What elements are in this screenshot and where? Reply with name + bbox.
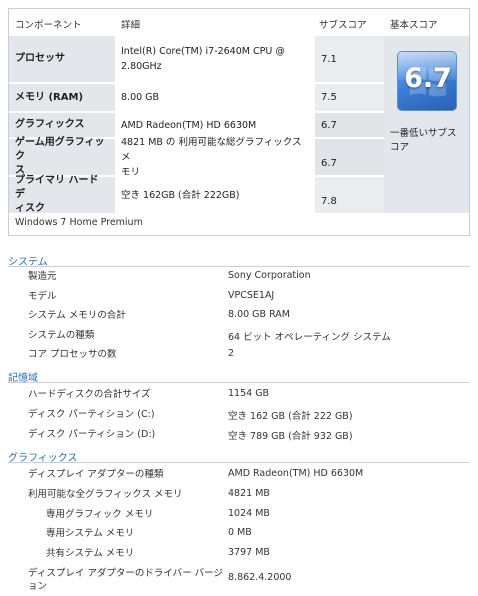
info-value: 3797 MB — [228, 547, 270, 558]
info-value: 空き 789 GB (合計 932 GB) — [228, 431, 353, 442]
info-value: 8.862.4.2000 — [228, 572, 292, 583]
header-component: コンポーネント — [15, 20, 82, 31]
info-label: 製造元 — [28, 271, 57, 282]
info-value: Sony Corporation — [228, 270, 311, 281]
info-label: システム メモリの合計 — [28, 310, 126, 321]
base-score-note: 一番低いサブス コア — [390, 127, 466, 155]
component-name: メモリ (RAM) — [9, 84, 115, 111]
info-label: ディスク パーティション (C:) — [28, 409, 155, 420]
score-row-memory: メモリ (RAM) 8.00 GB 7.5 — [9, 84, 384, 111]
info-label: ディスプレイ アダプターの種類 — [28, 469, 164, 480]
info-row: 専用システム メモリ 0 MB — [0, 523, 478, 543]
info-label: モデル — [28, 291, 57, 302]
info-value: 2 — [228, 348, 235, 359]
detail-line: 2.80GHz — [121, 61, 162, 72]
subscore-value: 6.7 — [315, 139, 384, 175]
component-name: ゲーム用グラフィック ス — [9, 137, 115, 176]
component-name: プライマリ ハード デ ィスク — [9, 175, 115, 214]
name-line: プライマリ ハード デ — [15, 175, 99, 200]
base-score-value: 6.7 — [404, 63, 452, 94]
info-row: モデル VPCSE1AJ — [0, 286, 478, 306]
component-detail: AMD Radeon(TM) HD 6630M — [115, 113, 315, 137]
info-value: AMD Radeon(TM) HD 6630M — [228, 468, 364, 479]
score-row-primary-disk: プライマリ ハード デ ィスク 空き 162GB (合計 222GB) 7.8 — [9, 175, 384, 214]
windows-edition: Windows 7 Home Premium — [15, 217, 143, 228]
info-label: 専用システム メモリ — [46, 528, 135, 539]
info-label: コア プロセッサの数 — [28, 349, 117, 360]
info-row: ディスプレイ アダプターの種類 AMD Radeon(TM) HD 6630M — [0, 464, 478, 484]
name-line: ィスク — [15, 203, 45, 214]
score-row-processor: プロセッサ Intel(R) Core(TM) i7-2640M CPU @ 2… — [9, 36, 384, 82]
info-label: 共有システム メモリ — [46, 548, 135, 559]
component-detail: 4821 MB の 利用可能な総グラフィックス メ モリ — [115, 137, 315, 178]
subscore-value: 7.1 — [315, 36, 384, 82]
info-value: 8.00 GB RAM — [228, 309, 290, 320]
note-line: 一番低いサブス — [390, 128, 457, 139]
subscore-value: 6.7 — [315, 113, 384, 137]
score-row-graphics: グラフィックス AMD Radeon(TM) HD 6630M 6.7 — [9, 113, 384, 137]
component-name: グラフィックス — [9, 113, 115, 137]
info-label: ハードディスクの合計サイズ — [28, 389, 151, 400]
info-value: 0 MB — [228, 527, 252, 538]
subscore-value: 7.8 — [315, 177, 384, 213]
base-score-column: 6.7 一番低いサブス コア — [384, 36, 469, 213]
info-value: 1024 MB — [228, 508, 270, 519]
label-line: ディスプレイ アダプターのドライバー バージ — [28, 568, 223, 579]
info-row: 専用グラフィック メモリ 1024 MB — [0, 504, 478, 524]
table-header: コンポーネント 詳細 サブスコア 基本スコア — [9, 9, 469, 36]
info-label: ディスプレイ アダプターのドライバー バージ ョン — [28, 567, 223, 593]
info-value: 1154 GB — [228, 388, 270, 399]
info-row: 利用可能な全グラフィックス メモリ 4821 MB — [0, 484, 478, 504]
component-detail: 空き 162GB (合計 222GB) — [115, 177, 315, 213]
info-row: ハードディスクの合計サイズ 1154 GB — [0, 384, 478, 404]
info-value: 4821 MB — [228, 488, 270, 499]
header-detail: 詳細 — [121, 20, 141, 31]
info-value: 64 ビット オペレーティング システム — [228, 332, 391, 343]
detail-line: Intel(R) Core(TM) i7-2640M CPU @ — [121, 46, 285, 57]
info-label: 利用可能な全グラフィックス メモリ — [28, 489, 183, 500]
name-line: ゲーム用グラフィック — [15, 137, 105, 162]
section-divider — [8, 462, 470, 463]
subscore-value: 7.5 — [315, 84, 384, 111]
header-base-score: 基本スコア — [390, 20, 438, 31]
info-row: ディスク パーティション (D:) 空き 789 GB (合計 932 GB) — [0, 424, 478, 444]
info-row: ディスク パーティション (C:) 空き 162 GB (合計 222 GB) — [0, 404, 478, 424]
section-divider — [8, 382, 470, 383]
info-value: VPCSE1AJ — [228, 290, 275, 301]
header-subscore: サブスコア — [319, 20, 367, 31]
component-detail: Intel(R) Core(TM) i7-2640M CPU @ 2.80GHz — [115, 36, 315, 82]
info-row: ディスプレイ アダプターのドライバー バージ ョン 8.862.4.2000 — [0, 563, 478, 596]
note-line: コア — [390, 142, 410, 153]
info-row: コア プロセッサの数 2 — [0, 344, 478, 364]
base-score-badge: 6.7 — [397, 51, 457, 111]
info-label: システムの種類 — [28, 330, 95, 341]
score-row-gaming-graphics: ゲーム用グラフィック ス 4821 MB の 利用可能な総グラフィックス メ モ… — [9, 137, 384, 178]
label-line: ョン — [28, 581, 48, 592]
info-row: システム メモリの合計 8.00 GB RAM — [0, 305, 478, 325]
info-row: システムの種類 64 ビット オペレーティング システム — [0, 325, 478, 345]
component-detail: 8.00 GB — [115, 84, 315, 111]
info-row: 製造元 Sony Corporation — [0, 266, 478, 286]
experience-index-table: コンポーネント 詳細 サブスコア 基本スコア プロセッサ Intel(R) Co… — [8, 8, 470, 236]
component-name: プロセッサ — [9, 36, 115, 82]
detail-line: 4821 MB の 利用可能な総グラフィックス メ — [121, 136, 302, 163]
info-label: ディスク パーティション (D:) — [28, 429, 156, 440]
info-label: 専用グラフィック メモリ — [46, 509, 154, 520]
info-value: 空き 162 GB (合計 222 GB) — [228, 411, 353, 422]
info-row: 共有システム メモリ 3797 MB — [0, 543, 478, 563]
